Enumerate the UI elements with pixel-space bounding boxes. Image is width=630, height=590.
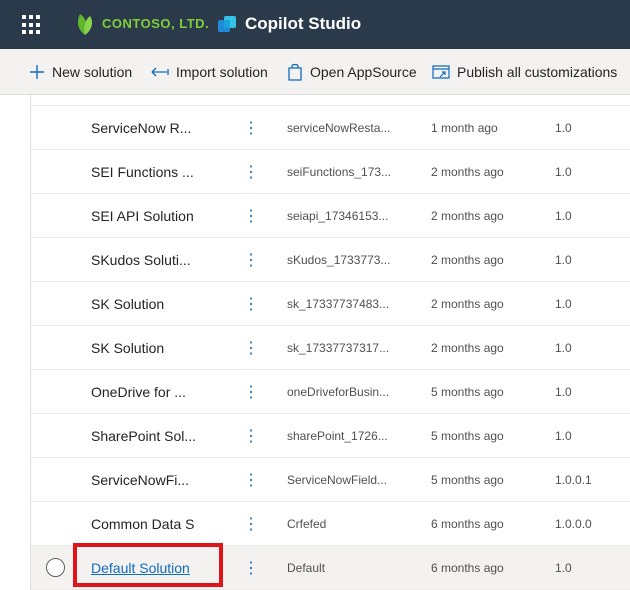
table-row[interactable]: ServiceNowFi... ⋮ ServiceNowField... 5 m… xyxy=(31,458,630,502)
solution-name[interactable]: SK Solution xyxy=(91,326,201,370)
solution-name[interactable]: OneDrive for ... xyxy=(91,370,201,414)
table-row[interactable]: SEI API Solution ⋮ seiapi_17346153... 2 … xyxy=(31,194,630,238)
modified-date: 5 months ago xyxy=(431,473,504,487)
version: 1.0 xyxy=(555,429,572,443)
more-options-icon[interactable]: ⋮ xyxy=(243,150,259,194)
unique-name: sharePoint_1726... xyxy=(287,429,388,443)
unique-name: sKudos_1733773... xyxy=(287,253,391,267)
version: 1.0 xyxy=(555,297,572,311)
org-name: CONTOSO, LTD. xyxy=(102,16,210,31)
plus-icon xyxy=(30,65,44,79)
copilot-studio-logo xyxy=(218,16,236,32)
modified-date: 2 months ago xyxy=(431,209,504,223)
table-row[interactable]: SEI Functions ... ⋮ seiFunctions_173... … xyxy=(31,150,630,194)
unique-name: seiFunctions_173... xyxy=(287,165,392,179)
table-row[interactable]: ServiceNow R... ⋮ serviceNowResta... 1 m… xyxy=(31,106,630,150)
solution-name[interactable]: Common Data S xyxy=(91,502,201,546)
open-appsource-label: Open AppSource xyxy=(310,64,417,80)
solution-name[interactable]: SharePoint Sol... xyxy=(91,414,201,458)
more-options-icon[interactable]: ⋮ xyxy=(243,458,259,502)
more-options-icon[interactable]: ⋮ xyxy=(243,106,259,150)
publish-icon xyxy=(432,65,450,79)
more-options-icon[interactable]: ⋮ xyxy=(243,502,259,546)
version: 1.0 xyxy=(555,165,572,179)
table-row[interactable]: SK Solution ⋮ sk_17337737317... 2 months… xyxy=(31,326,630,370)
solution-name[interactable]: ServiceNowFi... xyxy=(91,458,201,502)
version: 1.0 xyxy=(555,341,572,355)
modified-date: 2 months ago xyxy=(431,341,504,355)
table-row[interactable]: Common Data S ⋮ Crfefed 6 months ago 1.0… xyxy=(31,502,630,546)
solutions-grid: ServiceNow R... ⋮ serviceNowResta... 1 m… xyxy=(30,95,630,590)
modified-date: 2 months ago xyxy=(431,165,504,179)
unique-name: sk_17337737317... xyxy=(287,341,390,355)
table-row[interactable]: SKudos Soluti... ⋮ sKudos_1733773... 2 m… xyxy=(31,238,630,282)
table-row[interactable]: SK Solution ⋮ sk_17337737483... 2 months… xyxy=(31,282,630,326)
table-row[interactable]: SharePoint Sol... ⋮ sharePoint_1726... 5… xyxy=(31,414,630,458)
row-select-radio[interactable] xyxy=(46,558,65,577)
modified-date: 5 months ago xyxy=(431,385,504,399)
shopping-bag-icon xyxy=(288,63,302,81)
unique-name: oneDriveforBusin... xyxy=(287,385,390,399)
modified-date: 6 months ago xyxy=(431,561,504,575)
modified-date: 2 months ago xyxy=(431,297,504,311)
version: 1.0 xyxy=(555,561,572,575)
open-appsource-button[interactable]: Open AppSource xyxy=(287,61,417,83)
version: 1.0 xyxy=(555,253,572,267)
publish-all-label: Publish all customizations xyxy=(457,64,618,80)
version: 1.0.0.1 xyxy=(555,473,592,487)
solution-name[interactable]: ServiceNow R... xyxy=(91,106,201,150)
more-options-icon[interactable]: ⋮ xyxy=(243,194,259,238)
solution-name[interactable]: SK Solution xyxy=(91,282,201,326)
new-solution-label: New solution xyxy=(52,64,133,80)
more-options-icon[interactable]: ⋮ xyxy=(243,370,259,414)
modified-date: 2 months ago xyxy=(431,253,504,267)
version: 1.0 xyxy=(555,385,572,399)
new-solution-button[interactable]: New solution xyxy=(29,61,132,83)
import-solution-label: Import solution xyxy=(176,64,268,80)
unique-name: seiapi_17346153... xyxy=(287,209,389,223)
import-solution-button[interactable]: Import solution xyxy=(151,61,268,83)
unique-name: Crfefed xyxy=(287,517,327,531)
table-row[interactable]: OneDrive for ... ⋮ oneDriveforBusin... 5… xyxy=(31,370,630,414)
command-bar: New solution Import solution Open AppSou… xyxy=(0,49,630,95)
unique-name: Default xyxy=(287,561,326,575)
unique-name: sk_17337737483... xyxy=(287,297,390,311)
more-options-icon[interactable]: ⋮ xyxy=(243,546,259,590)
app-header: CONTOSO, LTD. Copilot Studio xyxy=(0,0,630,49)
modified-date: 6 months ago xyxy=(431,517,504,531)
import-arrow-icon xyxy=(151,67,169,77)
more-options-icon[interactable]: ⋮ xyxy=(243,238,259,282)
more-options-icon[interactable]: ⋮ xyxy=(243,414,259,458)
waffle-icon[interactable] xyxy=(22,15,42,35)
version: 1.0.0.0 xyxy=(555,517,592,531)
highlight-box xyxy=(73,543,223,587)
publish-all-button[interactable]: Publish all customizations xyxy=(432,61,617,83)
app-title[interactable]: Copilot Studio xyxy=(245,14,361,34)
more-options-icon[interactable]: ⋮ xyxy=(243,326,259,370)
more-options-icon[interactable]: ⋮ xyxy=(243,282,259,326)
solution-name[interactable]: SEI Functions ... xyxy=(91,150,201,194)
modified-date: 1 month ago xyxy=(431,121,498,135)
contoso-leaf-logo xyxy=(77,14,93,35)
solution-name[interactable]: SEI API Solution xyxy=(91,194,201,238)
modified-date: 5 months ago xyxy=(431,429,504,443)
version: 1.0 xyxy=(555,121,572,135)
version: 1.0 xyxy=(555,209,572,223)
unique-name: serviceNowResta... xyxy=(287,121,391,135)
unique-name: ServiceNowField... xyxy=(287,473,388,487)
solution-name[interactable]: SKudos Soluti... xyxy=(91,238,201,282)
